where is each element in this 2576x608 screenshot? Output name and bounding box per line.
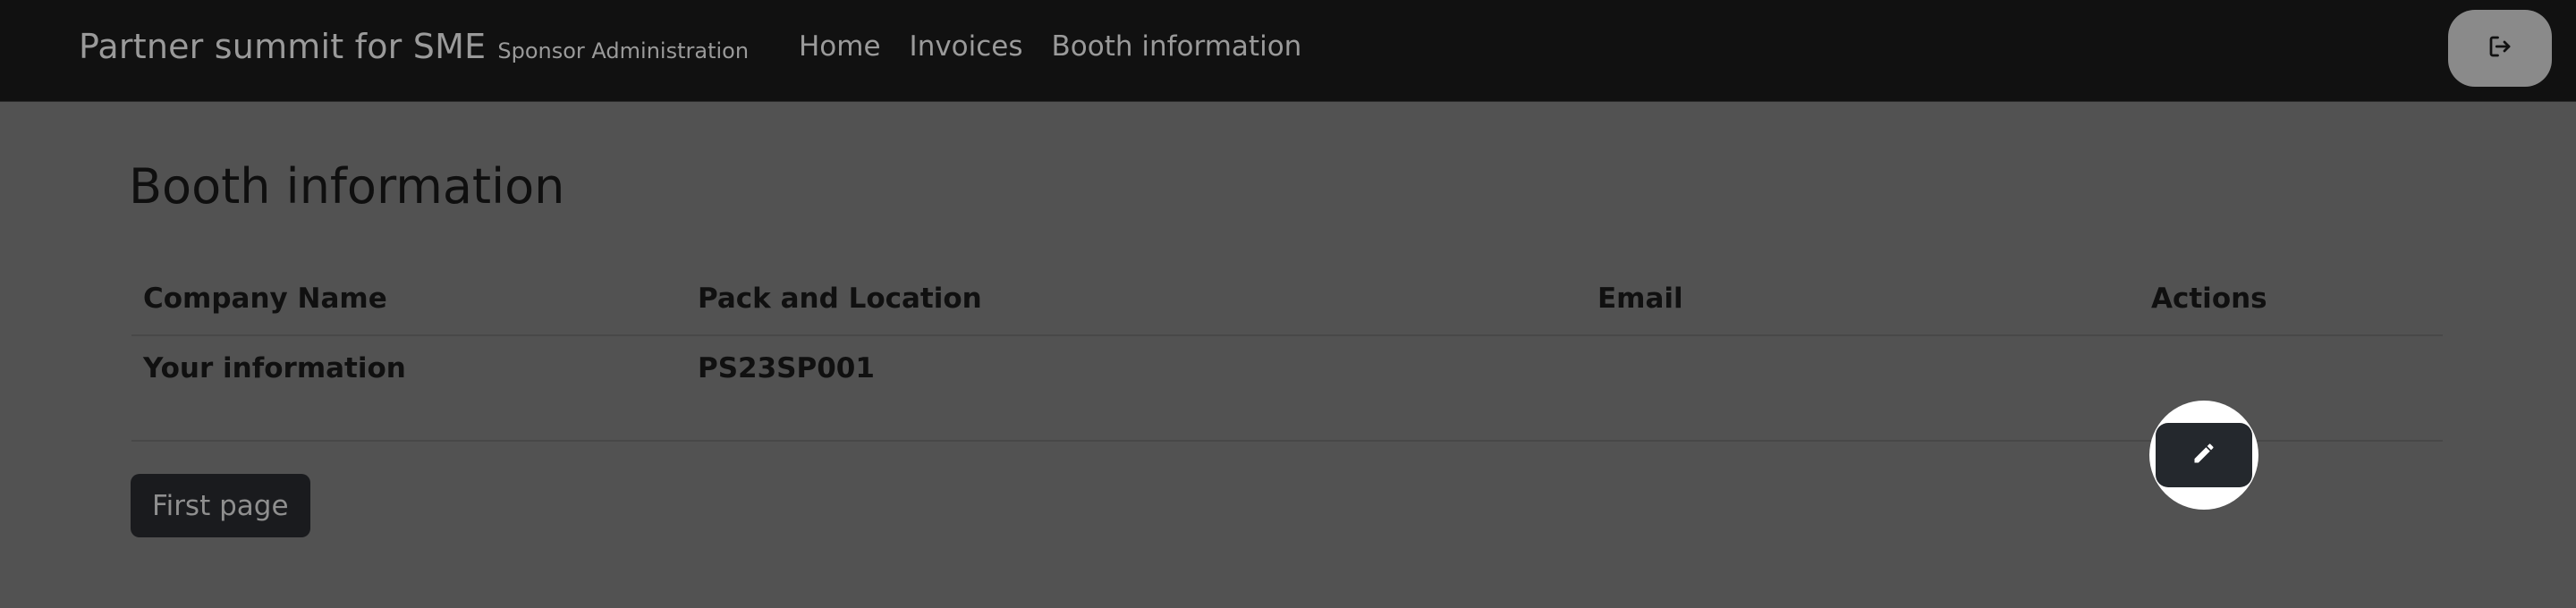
header-actions: Actions <box>2151 283 2267 315</box>
nav-link-invoices[interactable]: Invoices <box>910 30 1023 63</box>
nav-links: Home Invoices Booth information <box>799 30 1301 63</box>
brand-title: Partner summit for SME <box>79 27 487 66</box>
brand-subtitle: Sponsor Administration <box>497 38 750 63</box>
nav-link-home[interactable]: Home <box>799 30 881 63</box>
brand[interactable]: Partner summit for SME Sponsor Administr… <box>79 27 749 66</box>
header-company-name: Company Name <box>143 283 387 315</box>
pencil-icon <box>2191 441 2216 469</box>
first-page-button[interactable]: First page <box>131 474 310 537</box>
cell-company-name: Your information <box>143 352 406 384</box>
cell-pack-and-location: PS23SP001 <box>698 352 875 384</box>
nav-link-booth-information[interactable]: Booth information <box>1052 30 1302 63</box>
edit-button[interactable] <box>2156 423 2252 487</box>
top-navbar: Partner summit for SME Sponsor Administr… <box>0 0 2576 102</box>
logout-icon <box>2487 33 2513 63</box>
booth-table: Company Name Pack and Location Email Act… <box>131 268 2443 510</box>
edit-button-spotlight <box>2149 401 2258 510</box>
table-row: Your information PS23SP001 <box>131 336 2443 510</box>
logout-button[interactable] <box>2448 10 2552 87</box>
page-title: Booth information <box>129 158 565 215</box>
header-email: Email <box>1597 283 1683 315</box>
table-header: Company Name Pack and Location Email Act… <box>131 268 2443 336</box>
header-pack-and-location: Pack and Location <box>698 283 982 315</box>
